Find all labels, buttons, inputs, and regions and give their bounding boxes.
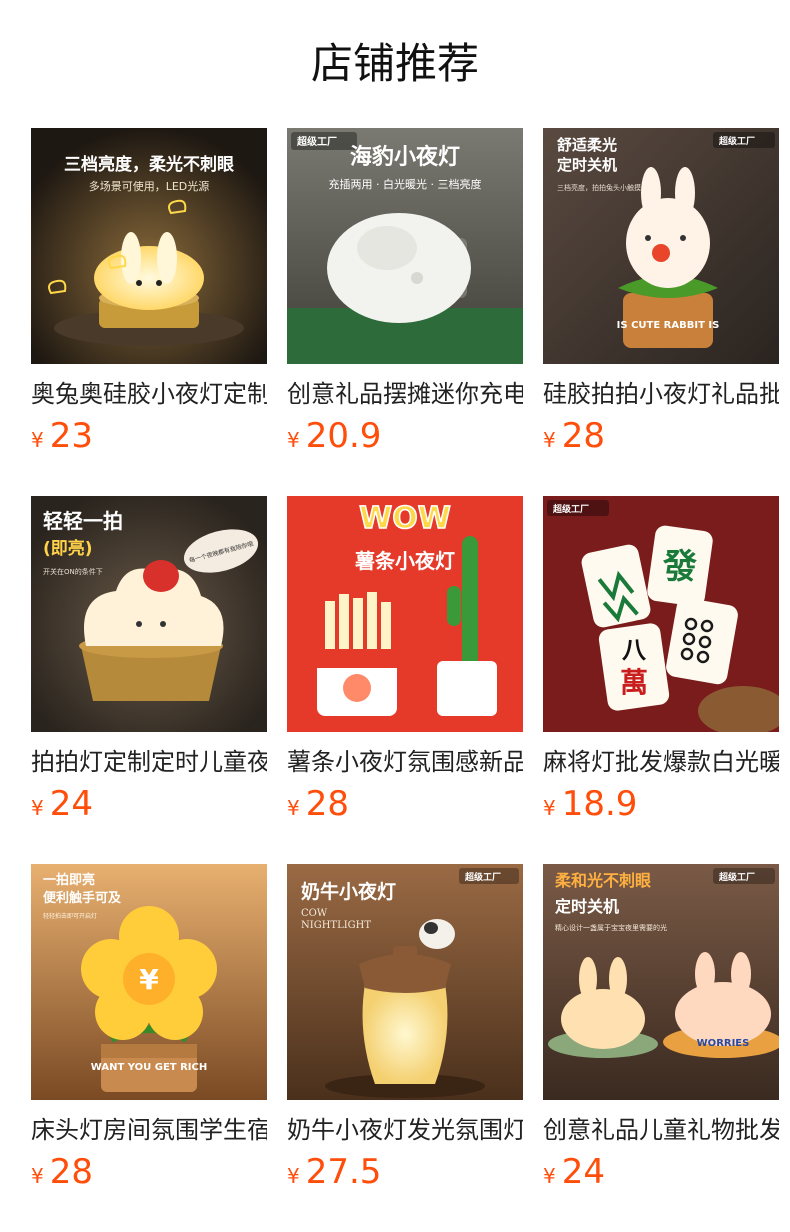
factory-badge: 超级工厂	[464, 871, 501, 883]
price-value: 24	[561, 1152, 605, 1192]
product-name[interactable]: 薯条小夜灯氛围感新品	[287, 744, 523, 780]
image-subcaption-2: NIGHTLIGHT	[301, 920, 371, 931]
product-card[interactable]: 三档亮度，柔光不刺眼 多场景可使用，LED光源 奥兔奥硅胶小夜灯定制款 ¥23	[31, 128, 267, 468]
product-name[interactable]: 硅胶拍拍小夜灯礼品批发	[543, 376, 779, 412]
tile-fa: 發	[662, 547, 697, 587]
product-image[interactable]: 超级工厂 海豹小夜灯 充插两用 · 白光暖光 · 三档亮度	[287, 128, 523, 364]
product-name[interactable]: 奥兔奥硅胶小夜灯定制款	[31, 376, 267, 412]
image-caption: 三档亮度，柔光不刺眼	[64, 154, 234, 175]
product-price: ¥24	[31, 784, 93, 824]
product-price: ¥24	[543, 1152, 605, 1192]
currency-symbol: ¥	[31, 428, 44, 452]
price-value: 18.9	[561, 784, 638, 824]
product-price: ¥20.9	[287, 416, 381, 456]
product-card[interactable]: 發 八 萬 超级工厂 麻将灯批发爆款白光暖光 ¥18.9	[543, 496, 779, 836]
currency-symbol: ¥	[31, 1164, 44, 1188]
image-subcaption: 精心设计一盏属于宝宝夜里需要的光	[555, 923, 667, 932]
image-caption: 奶牛小夜灯	[301, 880, 396, 903]
image-caption-2: 定时关机	[557, 156, 617, 174]
currency-symbol: ¥	[287, 428, 300, 452]
product-image[interactable]: WOW 薯条小夜灯	[287, 496, 523, 732]
price-value: 27.5	[305, 1152, 382, 1192]
product-name[interactable]: 床头灯房间氛围学生宿舍	[31, 1112, 267, 1148]
price-value: 28	[305, 784, 349, 824]
seal-lamp-image: 超级工厂 海豹小夜灯 充插两用 · 白光暖光 · 三档亮度	[287, 128, 523, 364]
image-caption-2: 便利触手可及	[43, 890, 122, 906]
factory-badge: 超级工厂	[552, 503, 589, 515]
image-caption-2: (即亮)	[43, 538, 93, 559]
product-card[interactable]: 超级工厂 海豹小夜灯 充插两用 · 白光暖光 · 三档亮度 创意礼品摆摊迷你充电…	[287, 128, 523, 468]
product-price: ¥18.9	[543, 784, 637, 824]
product-price: ¥28	[287, 784, 349, 824]
price-value: 28	[561, 416, 605, 456]
product-price: ¥27.5	[287, 1152, 381, 1192]
wow-text: WOW	[359, 501, 451, 536]
product-image[interactable]: 發 八 萬 超级工厂	[543, 496, 779, 732]
image-subcaption: 多场景可使用，LED光源	[89, 179, 210, 193]
currency-symbol: ¥	[543, 428, 556, 452]
pot-text: WORRIES	[697, 1038, 750, 1049]
currency-symbol: ¥	[287, 796, 300, 820]
product-price: ¥28	[31, 1152, 93, 1192]
mahjong-lamp-image: 發 八 萬 超级工厂	[543, 496, 779, 732]
flower-lamp-image: ¥ WANT YOU GET RICH 一拍即亮 便利触手可及 轻轻拍击即可开启…	[31, 864, 267, 1100]
ufo-bunny-lamp-image: WORRIES 柔和光不刺眼 定时关机 精心设计一盏属于宝宝夜里需要的光 超级工…	[543, 864, 779, 1100]
product-image[interactable]: IS CUTE RABBIT IS 舒适柔光 定时关机 三档亮度，拍拍兔头小触摸…	[543, 128, 779, 364]
image-caption: 柔和光不刺眼	[554, 871, 651, 890]
factory-badge: 超级工厂	[718, 135, 755, 147]
rabbit-pot-lamp-image: IS CUTE RABBIT IS 舒适柔光 定时关机 三档亮度，拍拍兔头小触摸…	[543, 128, 779, 364]
tile-wan: 萬	[620, 666, 648, 699]
image-subcaption: 充插两用 · 白光暖光 · 三档亮度	[329, 177, 482, 191]
tile-ba: 八	[622, 635, 647, 664]
currency-symbol: ¥	[31, 796, 44, 820]
bunny-lamp-image: 三档亮度，柔光不刺眼 多场景可使用，LED光源	[31, 128, 267, 364]
product-image[interactable]: WORRIES 柔和光不刺眼 定时关机 精心设计一盏属于宝宝夜里需要的光 超级工…	[543, 864, 779, 1100]
product-image[interactable]: 每一个夜晚都有我陪你哦 轻轻一拍 (即亮) 开关在ON的条件下	[31, 496, 267, 732]
product-name[interactable]: 创意礼品儿童礼物批发	[543, 1112, 779, 1148]
product-name[interactable]: 创意礼品摆摊迷你充电夜灯	[287, 376, 523, 412]
image-subcaption: 轻轻拍击即可开启灯	[43, 912, 97, 920]
product-name[interactable]: 拍拍灯定制定时儿童夜灯	[31, 744, 267, 780]
image-caption-2: 定时关机	[554, 897, 619, 916]
cupcake-lamp-image: 每一个夜晚都有我陪你哦 轻轻一拍 (即亮) 开关在ON的条件下	[31, 496, 267, 732]
currency-symbol: ¥	[543, 1164, 556, 1188]
product-card[interactable]: WOW 薯条小夜灯 薯条小夜灯氛围感新品 ¥28	[287, 496, 523, 836]
image-subcaption: COW	[301, 908, 328, 919]
product-price: ¥28	[543, 416, 605, 456]
product-name[interactable]: 麻将灯批发爆款白光暖光	[543, 744, 779, 780]
product-card[interactable]: 奶牛小夜灯 COW NIGHTLIGHT 超级工厂 奶牛小夜灯发光氛围灯 ¥27…	[287, 864, 523, 1204]
price-value: 20.9	[305, 416, 382, 456]
price-value: 28	[49, 1152, 93, 1192]
product-card[interactable]: WORRIES 柔和光不刺眼 定时关机 精心设计一盏属于宝宝夜里需要的光 超级工…	[543, 864, 779, 1204]
product-image[interactable]: ¥ WANT YOU GET RICH 一拍即亮 便利触手可及 轻轻拍击即可开启…	[31, 864, 267, 1100]
product-card[interactable]: ¥ WANT YOU GET RICH 一拍即亮 便利触手可及 轻轻拍击即可开启…	[31, 864, 267, 1204]
product-image[interactable]: 三档亮度，柔光不刺眼 多场景可使用，LED光源	[31, 128, 267, 364]
currency-symbol: ¥	[543, 796, 556, 820]
image-subcaption: 三档亮度，拍拍兔头小触摸	[557, 183, 641, 192]
image-caption: 舒适柔光	[557, 136, 617, 154]
pot-text: IS CUTE RABBIT IS	[617, 320, 720, 331]
pot-text: WANT YOU GET RICH	[91, 1062, 207, 1073]
fries-lamp-image: WOW 薯条小夜灯	[287, 496, 523, 732]
page-title: 店铺推荐	[310, 39, 479, 88]
product-card[interactable]: 每一个夜晚都有我陪你哦 轻轻一拍 (即亮) 开关在ON的条件下 拍拍灯定制定时儿…	[31, 496, 267, 836]
image-caption: 薯条小夜灯	[354, 549, 455, 573]
currency-symbol: ¥	[287, 1164, 300, 1188]
image-subcaption: 开关在ON的条件下	[43, 567, 103, 576]
product-image[interactable]: 奶牛小夜灯 COW NIGHTLIGHT 超级工厂	[287, 864, 523, 1100]
cow-lamp-image: 奶牛小夜灯 COW NIGHTLIGHT 超级工厂	[287, 864, 523, 1100]
product-card[interactable]: IS CUTE RABBIT IS 舒适柔光 定时关机 三档亮度，拍拍兔头小触摸…	[543, 128, 779, 468]
product-name[interactable]: 奶牛小夜灯发光氛围灯	[287, 1112, 523, 1148]
factory-badge: 超级工厂	[718, 871, 755, 883]
factory-badge: 超级工厂	[296, 135, 337, 148]
price-value: 24	[49, 784, 93, 824]
image-caption: 海豹小夜灯	[350, 144, 460, 170]
image-caption: 一拍即亮	[43, 872, 95, 888]
coin-symbol: ¥	[139, 963, 159, 996]
price-value: 23	[49, 416, 93, 456]
image-caption: 轻轻一拍	[43, 509, 123, 533]
product-price: ¥23	[31, 416, 93, 456]
